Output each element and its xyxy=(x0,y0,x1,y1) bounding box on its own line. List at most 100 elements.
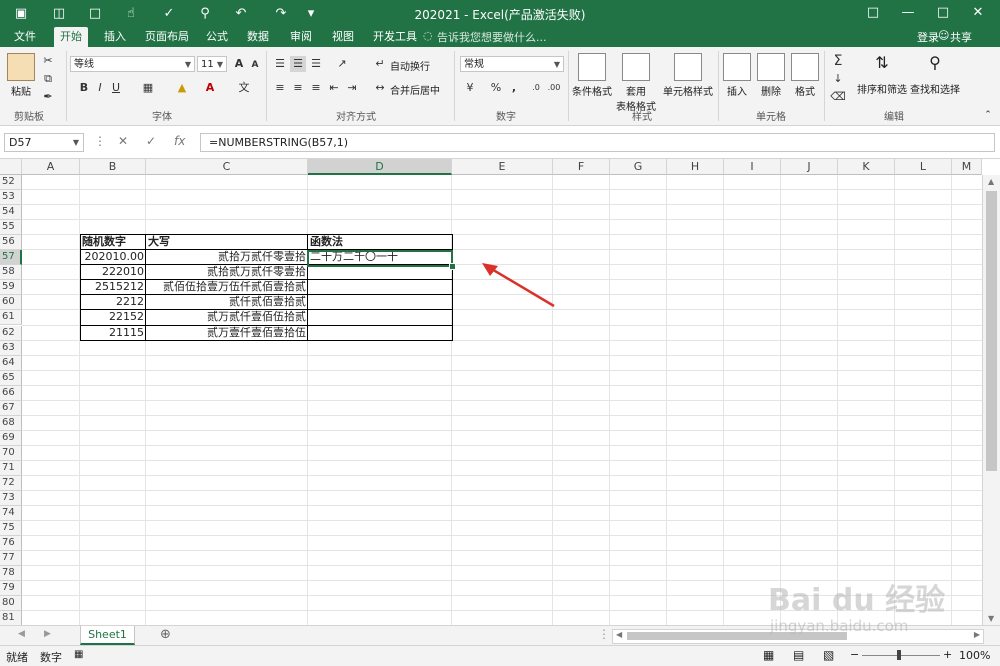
table-header-cell[interactable]: 大写 xyxy=(146,235,308,250)
table-cell[interactable]: 贰万贰仟壹佰伍拾贰 xyxy=(146,310,308,325)
table-cell[interactable]: 2515212 xyxy=(80,280,146,295)
zoom-slider[interactable] xyxy=(862,655,940,656)
tab-data[interactable]: 数据 xyxy=(247,29,269,45)
row-header[interactable]: 66 xyxy=(0,385,22,401)
row-header[interactable]: 67 xyxy=(0,400,22,416)
cell-styles-button[interactable]: 单元格样式 xyxy=(662,53,714,98)
table-header-cell[interactable]: 函数法 xyxy=(308,235,452,250)
italic-button[interactable]: I xyxy=(92,80,108,96)
col-header-i[interactable]: I xyxy=(724,159,781,175)
fill-handle[interactable] xyxy=(449,263,456,270)
row-header[interactable]: 72 xyxy=(0,476,22,491)
table-cell[interactable]: 222010 xyxy=(80,265,146,280)
row-header[interactable]: 79 xyxy=(0,581,22,597)
col-header-m[interactable]: M xyxy=(952,159,982,175)
horizontal-scrollbar[interactable]: ◀ ▶ xyxy=(612,629,984,644)
align-top-icon[interactable]: ☰ xyxy=(272,56,288,72)
tab-formulas[interactable]: 公式 xyxy=(206,29,228,45)
scroll-left-icon[interactable]: ◀ xyxy=(616,630,622,639)
vertical-scrollbar[interactable]: ▲ ▼ xyxy=(982,175,1000,625)
format-cells-button[interactable]: 格式 xyxy=(790,53,820,98)
decrease-indent-icon[interactable]: ⇤ xyxy=(326,80,342,96)
table-cell[interactable]: 贰拾万贰仟零壹拾 xyxy=(146,250,308,265)
table-cell[interactable] xyxy=(308,326,452,341)
col-header-l[interactable]: L xyxy=(895,159,952,175)
tab-split-handle-icon[interactable]: ⋮ xyxy=(598,627,610,641)
increase-indent-icon[interactable]: ⇥ xyxy=(344,80,360,96)
increase-decimal-icon[interactable]: .0 xyxy=(528,80,544,96)
wrap-text-icon[interactable]: ↵ xyxy=(372,56,388,72)
table-cell[interactable] xyxy=(308,295,452,310)
row-header[interactable]: 60 xyxy=(0,295,22,311)
row-header[interactable]: 53 xyxy=(0,190,22,206)
active-cell-d57[interactable] xyxy=(307,250,453,267)
row-header[interactable]: 61 xyxy=(0,310,22,326)
table-cell[interactable]: 贰仟贰佰壹拾贰 xyxy=(146,295,308,310)
font-name-select[interactable]: 等线 ▼ xyxy=(70,56,195,72)
row-header[interactable]: 57 xyxy=(0,250,22,266)
row-header[interactable]: 63 xyxy=(0,340,22,356)
tab-review[interactable]: 审阅 xyxy=(290,29,312,45)
insert-cells-button[interactable]: 插入 xyxy=(722,53,752,98)
borders-icon[interactable]: ▦ xyxy=(140,80,156,96)
zoom-slider-thumb[interactable] xyxy=(897,650,901,660)
underline-button[interactable]: U xyxy=(108,80,124,96)
table-cell[interactable] xyxy=(308,265,452,280)
scroll-down-icon[interactable]: ▼ xyxy=(988,614,994,623)
col-header-d[interactable]: D xyxy=(308,159,452,175)
merge-center-icon[interactable]: ↔ xyxy=(372,80,388,96)
font-color-icon[interactable]: A xyxy=(202,80,218,96)
percent-button[interactable]: % xyxy=(488,80,504,96)
table-cell[interactable] xyxy=(308,280,452,295)
row-header[interactable]: 59 xyxy=(0,280,22,296)
row-header[interactable]: 77 xyxy=(0,551,22,567)
align-middle-icon[interactable]: ☰ xyxy=(290,56,306,72)
align-bottom-icon[interactable]: ☰ xyxy=(308,56,324,72)
tab-home[interactable]: 开始 xyxy=(54,27,88,47)
sheet-prev-icon[interactable]: ◀ xyxy=(18,629,25,639)
autosum-icon[interactable]: Σ xyxy=(830,53,846,69)
grow-font-button[interactable]: A xyxy=(231,56,247,72)
scroll-right-icon[interactable]: ▶ xyxy=(974,630,980,639)
row-header[interactable]: 62 xyxy=(0,325,22,341)
fill-icon[interactable]: ↓ xyxy=(830,71,846,87)
row-header[interactable]: 55 xyxy=(0,220,22,236)
row-header[interactable]: 78 xyxy=(0,566,22,582)
row-header[interactable]: 70 xyxy=(0,445,22,461)
cancel-formula-icon[interactable]: ✕ xyxy=(118,134,128,148)
table-cell[interactable] xyxy=(308,310,452,325)
clear-icon[interactable]: ⌫ xyxy=(830,89,846,105)
bold-button[interactable]: B xyxy=(76,80,92,96)
col-header-f[interactable]: F xyxy=(553,159,610,175)
number-format-select[interactable]: 常规 ▼ xyxy=(460,56,564,72)
collapse-ribbon-icon[interactable]: ⌃ xyxy=(980,107,996,123)
delete-cells-button[interactable]: 删除 xyxy=(756,53,786,98)
row-header[interactable]: 80 xyxy=(0,596,22,612)
worksheet-grid[interactable]: A B C D E F G H I J K L M 52 53 54 55 56 57 58… xyxy=(0,159,1000,625)
find-select-button[interactable]: ⚲ 查找和选择 xyxy=(910,53,960,96)
insert-function-button[interactable]: fx xyxy=(174,134,185,148)
sheet-tab-sheet1[interactable]: Sheet1 xyxy=(80,626,135,645)
row-header[interactable]: 68 xyxy=(0,415,22,431)
horizontal-scroll-thumb[interactable] xyxy=(627,632,847,640)
phonetic-icon[interactable]: 文 xyxy=(236,80,252,96)
col-header-c[interactable]: C xyxy=(146,159,308,175)
row-header[interactable]: 74 xyxy=(0,506,22,522)
scroll-up-icon[interactable]: ▲ xyxy=(988,177,994,186)
shrink-font-button[interactable]: A xyxy=(247,57,263,73)
select-all-corner[interactable] xyxy=(0,159,22,175)
tab-page-layout[interactable]: 页面布局 xyxy=(145,29,189,45)
table-cell[interactable]: 21115 xyxy=(80,326,146,341)
zoom-out-icon[interactable]: − xyxy=(850,648,859,661)
table-cell[interactable]: 2212 xyxy=(80,295,146,310)
ribbon-display-icon[interactable]: □ xyxy=(858,3,888,23)
page-layout-view-icon[interactable]: ▤ xyxy=(793,648,804,662)
merge-center-button[interactable]: 合并后居中 xyxy=(390,82,440,97)
row-header[interactable]: 58 xyxy=(0,265,22,281)
close-icon[interactable]: ✕ xyxy=(963,3,993,23)
orientation-icon[interactable]: ↗ xyxy=(334,56,350,72)
maximize-icon[interactable]: □ xyxy=(928,3,958,23)
row-header[interactable]: 71 xyxy=(0,460,22,476)
tab-developer[interactable]: 开发工具 xyxy=(373,29,417,45)
page-break-view-icon[interactable]: ▧ xyxy=(823,648,834,662)
